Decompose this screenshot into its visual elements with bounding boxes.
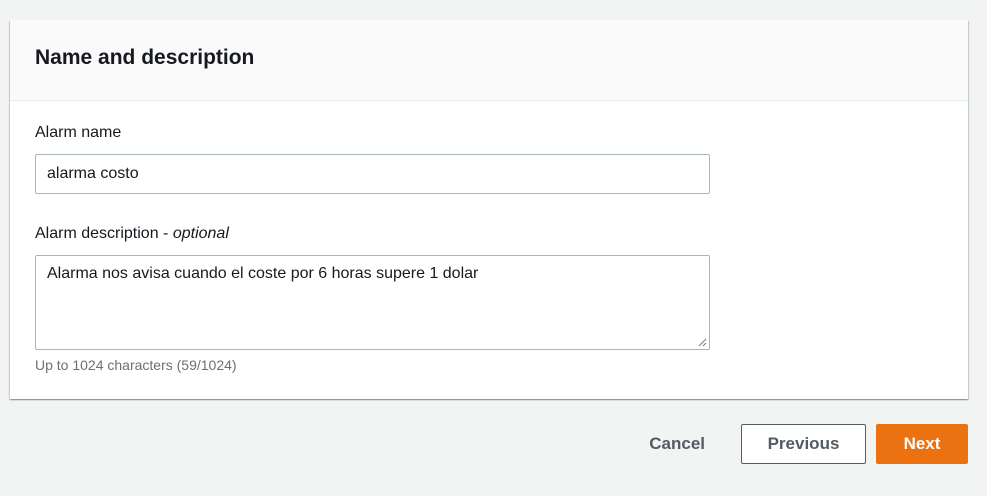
next-button[interactable]: Next bbox=[876, 424, 968, 464]
alarm-description-wrapper: Alarma nos avisa cuando el coste por 6 h… bbox=[35, 255, 710, 350]
name-and-description-panel: Name and description Alarm name Alarm de… bbox=[10, 20, 968, 399]
alarm-description-label-text: Alarm description bbox=[35, 225, 159, 242]
alarm-name-input[interactable] bbox=[35, 154, 710, 194]
previous-button[interactable]: Previous bbox=[741, 424, 866, 464]
panel-header: Name and description bbox=[10, 20, 968, 101]
alarm-description-label: Alarm description - optional bbox=[35, 224, 943, 244]
optional-tag: optional bbox=[172, 225, 229, 242]
alarm-name-label: Alarm name bbox=[35, 124, 122, 141]
panel-title: Name and description bbox=[35, 46, 255, 69]
character-count-hint: Up to 1024 characters (59/1024) bbox=[35, 357, 237, 373]
alarm-description-label-separator: - bbox=[158, 225, 173, 242]
panel-body: Alarm name Alarm description - optional … bbox=[10, 101, 968, 374]
resize-handle-icon[interactable] bbox=[697, 337, 707, 347]
wizard-actions: Cancel Previous Next bbox=[629, 424, 968, 464]
alarm-description-textarea[interactable]: Alarma nos avisa cuando el coste por 6 h… bbox=[35, 255, 710, 350]
cancel-button[interactable]: Cancel bbox=[629, 424, 725, 464]
